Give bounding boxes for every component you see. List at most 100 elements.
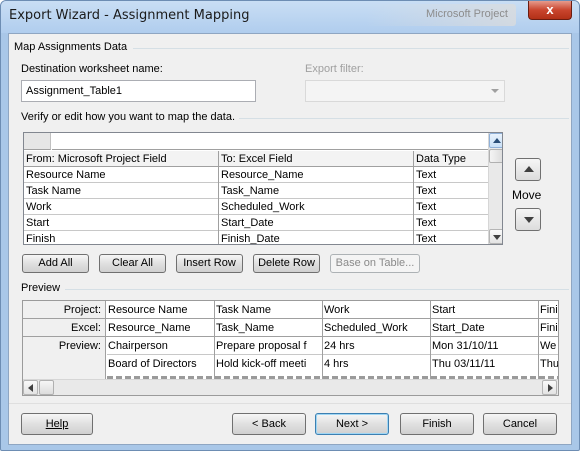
mapping-cell-type[interactable]: Text — [414, 215, 488, 231]
preview-project-field: Resource Name — [108, 304, 188, 316]
title-bar[interactable]: Export Wizard - Assignment Mapping Micro… — [1, 1, 579, 33]
preview-data-cell: Hold kick-off meeti — [216, 358, 307, 370]
grid-line — [413, 151, 414, 244]
scroll-thumb[interactable] — [489, 149, 502, 163]
preview-label-preview: Preview: — [58, 340, 101, 352]
mapping-cell-from[interactable]: Resource Name — [24, 167, 218, 183]
help-button[interactable]: Help — [21, 413, 93, 435]
grid-line — [24, 214, 488, 215]
preview-data-cell: Mon 31/10/11 — [432, 340, 499, 352]
grid-line — [214, 301, 215, 379]
mapping-cell-from[interactable]: Work — [24, 199, 218, 215]
mapping-cell-to[interactable]: Start_Date — [219, 215, 413, 231]
mapping-cell-type[interactable]: Text — [414, 231, 488, 244]
mapping-cell-to[interactable]: Task_Name — [219, 183, 413, 199]
add-all-button[interactable]: Add All — [22, 254, 89, 273]
grid-line — [322, 301, 323, 379]
section-divider — [239, 118, 569, 119]
scroll-right-button[interactable] — [542, 380, 557, 395]
arrow-up-icon — [493, 138, 501, 143]
grid-line — [24, 230, 488, 231]
arrow-down-icon — [493, 235, 501, 240]
section-divider — [65, 289, 569, 290]
window-title: Export Wizard - Assignment Mapping — [9, 8, 250, 23]
cancel-button[interactable]: Cancel — [483, 413, 557, 435]
grid-line — [430, 301, 431, 379]
preview-project-field: Start — [432, 304, 456, 316]
mapping-cell-type[interactable]: Text — [414, 167, 488, 183]
export-filter-select[interactable] — [305, 80, 505, 102]
export-wizard-window: Export Wizard - Assignment Mapping Micro… — [0, 0, 580, 451]
base-on-table-button[interactable]: Base on Table... — [330, 254, 420, 273]
section-title-map: Map Assignments Data — [14, 41, 128, 53]
scroll-thumb[interactable] — [39, 380, 54, 395]
preview-excel-field: Scheduled_Work — [324, 322, 408, 334]
grid-line — [23, 336, 558, 337]
mapping-cell-to[interactable]: Finish_Date — [219, 231, 413, 244]
move-down-button[interactable] — [515, 208, 541, 231]
field-edit-input[interactable] — [52, 133, 488, 150]
move-label: Move — [512, 188, 542, 202]
preview-title: Preview — [21, 282, 61, 294]
chevron-down-icon — [491, 89, 499, 93]
preview-project-field: Work — [324, 304, 350, 316]
scroll-left-button[interactable] — [23, 380, 38, 395]
grid-line — [538, 301, 539, 379]
destination-worksheet-input[interactable]: Assignment_Table1 — [21, 80, 256, 102]
grid-line — [24, 182, 488, 183]
dialog-body: Map Assignments Data Destination workshe… — [8, 33, 572, 445]
column-header-from[interactable]: From: Microsoft Project Field — [24, 151, 218, 167]
preview-project-field: Task Name — [216, 304, 272, 316]
insert-row-button[interactable]: Insert Row — [176, 254, 243, 273]
finish-button[interactable]: Finish — [400, 413, 474, 435]
preview-excel-field: Start_Date — [432, 322, 485, 334]
column-header-datatype[interactable]: Data Type — [414, 151, 488, 167]
arrow-right-icon — [548, 384, 553, 392]
preview-data-cell: Prepare proposal f — [216, 340, 307, 352]
move-up-button[interactable] — [515, 158, 541, 181]
mapping-cell-from[interactable]: Start — [24, 215, 218, 231]
mapping-instruction: Verify or edit how you want to map the d… — [21, 111, 236, 123]
move-up-icon — [524, 166, 534, 172]
preview-data-cell: We — [540, 340, 557, 352]
background-window-title: Microsoft Project — [366, 4, 516, 26]
mapping-cell-from[interactable]: Task Name — [24, 183, 218, 199]
preview-data-cell: Board of Directors — [108, 358, 197, 370]
mapping-cell-to[interactable]: Scheduled_Work — [219, 199, 413, 215]
preview-grid: Project: Excel: Preview: Resource Name T… — [22, 300, 559, 396]
preview-label-excel: Excel: — [71, 322, 101, 334]
preview-label-project: Project: — [63, 304, 101, 316]
help-button-label: Help — [45, 418, 69, 430]
grid-line — [24, 166, 488, 167]
footer-divider — [9, 403, 571, 404]
close-button[interactable]: x — [528, 1, 572, 20]
preview-data-cell: 24 hrs — [324, 340, 355, 352]
destination-label: Destination worksheet name: — [21, 63, 163, 75]
column-header-to[interactable]: To: Excel Field — [219, 151, 413, 167]
scroll-down-button[interactable] — [489, 229, 502, 244]
scroll-up-button[interactable] — [489, 133, 502, 148]
section-divider — [133, 48, 569, 49]
clear-all-button[interactable]: Clear All — [99, 254, 166, 273]
preview-excel-field: Task_Name — [216, 322, 275, 334]
delete-row-button[interactable]: Delete Row — [253, 254, 320, 273]
preview-data-cell: 4 hrs — [324, 358, 349, 370]
grid-line — [107, 354, 558, 355]
back-button[interactable]: < Back — [232, 413, 306, 435]
arrow-left-icon — [28, 384, 33, 392]
grid-line — [23, 318, 558, 319]
mapping-cell-type[interactable]: Text — [414, 183, 488, 199]
preview-data-cell: Chairperson — [108, 340, 168, 352]
preview-data-cell: Thu — [540, 358, 559, 370]
mapping-vertical-scrollbar[interactable] — [488, 133, 502, 244]
preview-horizontal-scrollbar[interactable] — [23, 379, 558, 395]
next-button[interactable]: Next > — [315, 413, 389, 435]
close-icon: x — [546, 2, 554, 17]
grid-line — [218, 151, 219, 244]
preview-excel-field: Fini — [540, 322, 558, 334]
mapping-cell-type[interactable]: Text — [414, 199, 488, 215]
preview-excel-field: Resource_Name — [108, 322, 191, 334]
mapping-cell-from[interactable]: Finish — [24, 231, 218, 244]
grid-line — [24, 198, 488, 199]
mapping-cell-to[interactable]: Resource_Name — [219, 167, 413, 183]
